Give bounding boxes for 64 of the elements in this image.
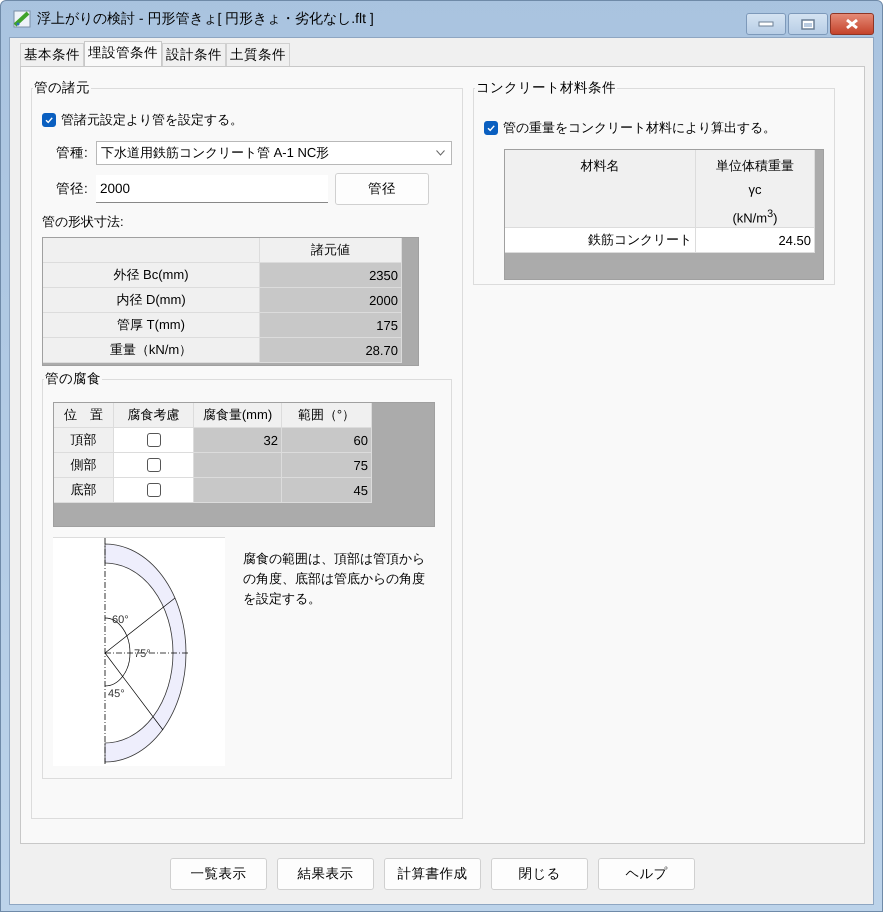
row-header-cell: 重量（kN/m） [43, 338, 260, 363]
section-label: 管の形状寸法: [42, 213, 125, 231]
maximize-icon [801, 18, 815, 30]
table-cell: 鉄筋コンクリート [505, 228, 696, 253]
close-button[interactable] [830, 13, 874, 35]
table-cell: 28.70 [260, 338, 402, 363]
angle-label: 45° [108, 688, 125, 700]
row-header-cell: 管厚 T(mm) [43, 313, 260, 338]
group-title: コンクリート材料条件 [475, 79, 617, 97]
table-cell: 2350 [260, 263, 402, 288]
row-header-cell: 底部 [54, 478, 114, 503]
window-title: 浮上がりの検討 - 円形管きょ[ 円形きょ・劣化なし.flt ] [37, 10, 375, 28]
table-cell: 45 [282, 478, 372, 503]
checkbox[interactable] [42, 113, 56, 127]
pipe-type-dropdown[interactable]: 下水道用鉄筋コンクリート管 A-1 NC形 [96, 141, 452, 165]
check-icon [486, 123, 496, 133]
tab[interactable]: 基本条件 [20, 43, 84, 66]
angle-label: 60° [112, 614, 129, 626]
table-cell: 2000 [260, 288, 402, 313]
checkbox-label: 管の重量をコンクリート材料により算出する。 [503, 119, 776, 137]
dialog-button[interactable]: 一覧表示 [170, 858, 267, 890]
table-header-cell: 位 置 [54, 403, 114, 428]
dialog-button[interactable]: 閉じる [491, 858, 588, 890]
diameter-button[interactable]: 管径 [335, 173, 429, 205]
group-title: 管の諸元 [33, 79, 91, 97]
angle-label: 75° [134, 648, 151, 660]
table-header-cell: 範囲（°） [282, 403, 372, 428]
checkbox[interactable] [146, 483, 160, 497]
minimize-button[interactable] [746, 13, 786, 35]
note-text: 腐食の範囲は、頂部は管頂からの角度、底部は管底からの角度を設定する。 [243, 550, 426, 608]
tab[interactable]: 設計条件 [162, 43, 226, 66]
chevron-down-icon [436, 150, 445, 156]
checkbox[interactable] [484, 121, 498, 135]
row-header-cell: 頂部 [54, 428, 114, 453]
table-header-cell: 諸元値 [260, 238, 402, 263]
table-header-cell: 腐食考慮 [114, 403, 194, 428]
table-cell: 75 [282, 453, 372, 478]
row-header-cell: 内径 D(mm) [43, 288, 260, 313]
table-cell: 175 [260, 313, 402, 338]
table-cell: 32 [194, 428, 282, 453]
check-icon [44, 115, 54, 125]
table-header-cell: 腐食量(mm) [194, 403, 282, 428]
field-label: 管種: [56, 144, 89, 162]
field-label: 管径: [56, 180, 89, 198]
tab[interactable]: 土質条件 [226, 43, 290, 66]
table-cell: 60 [282, 428, 372, 453]
tab[interactable]: 埋設管条件 [84, 41, 162, 66]
dialog-button[interactable]: 計算書作成 [384, 858, 481, 890]
minimize-icon [758, 21, 774, 27]
checkbox[interactable] [146, 458, 160, 472]
table-header-cell: 単位体積重量 γc (kN/m$^{3}$) [696, 150, 815, 228]
app-icon [13, 10, 31, 28]
dialog-button[interactable]: 結果表示 [277, 858, 374, 890]
dialog-button[interactable]: ヘルプ [598, 858, 695, 890]
table-header-cell: 材料名 [505, 150, 696, 228]
checkbox-label: 管諸元設定より管を設定する。 [61, 111, 243, 129]
checkbox[interactable] [146, 433, 160, 447]
group-title: 管の腐食 [44, 370, 102, 388]
maximize-button[interactable] [788, 13, 828, 35]
close-icon [844, 18, 860, 30]
diameter-input[interactable]: 2000 [96, 175, 328, 203]
table-cell: 24.50 [696, 228, 815, 253]
row-header-cell: 側部 [54, 453, 114, 478]
row-header-cell: 外径 Bc(mm) [43, 263, 260, 288]
